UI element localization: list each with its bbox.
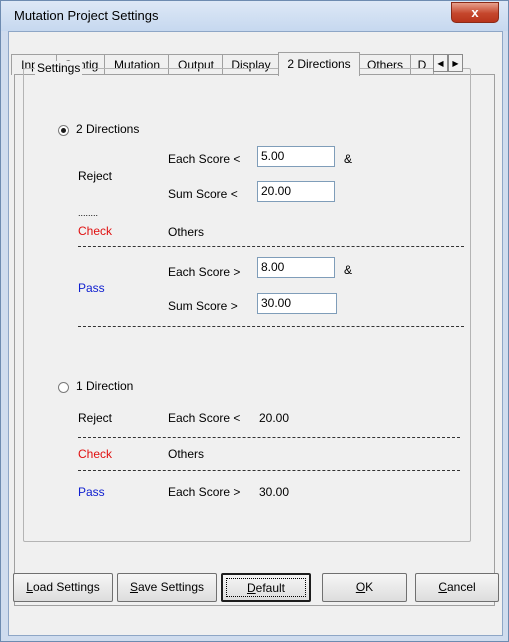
ampersand-1: & (344, 152, 353, 166)
radio-selected-dot (61, 128, 66, 133)
load-settings-label: oad Settings (32, 580, 100, 594)
one-dir-each-score-gt-label: Each Score > (168, 485, 241, 499)
each-score-lt-input[interactable]: 5.00 (257, 146, 335, 167)
close-button[interactable]: x (451, 2, 499, 23)
ok-mnemonic: O (355, 580, 366, 594)
each-score-lt-label: Each Score < (168, 152, 241, 166)
pass-label: Pass (78, 281, 105, 295)
radio-2-directions-label[interactable]: 2 Directions (76, 122, 139, 136)
sum-score-gt-label: Sum Score > (168, 299, 238, 313)
arrow-right-icon[interactable]: ▶ (448, 54, 463, 72)
one-dir-pass-label: Pass (78, 485, 105, 499)
settings-group-label: Settings (35, 61, 83, 75)
ok-button[interactable]: OK (322, 573, 407, 602)
one-dir-reject-label: Reject (78, 411, 113, 425)
divider (78, 246, 464, 247)
cancel-label: ancel (446, 580, 476, 594)
ok-label: K (365, 580, 374, 594)
default-button[interactable]: Default (221, 573, 311, 602)
ampersand-2: & (344, 263, 353, 277)
one-dir-each-score-lt-label: Each Score < (168, 411, 241, 425)
save-settings-mnemonic: S (129, 580, 138, 594)
title-bar[interactable]: Mutation Project Settings x (1, 1, 508, 31)
settings-dialog: Mutation Project Settings x Input Contig… (0, 0, 509, 642)
one-dir-check-label: Check (78, 447, 113, 461)
each-score-gt-input[interactable]: 8.00 (257, 257, 335, 278)
sum-score-gt-input[interactable]: 30.00 (257, 293, 337, 314)
one-dir-each-score-gt-value: 30.00 (259, 485, 290, 499)
window-title: Mutation Project Settings (14, 8, 159, 23)
short-dashes: ........ (78, 208, 99, 218)
focus-ring (226, 578, 306, 597)
load-settings-button[interactable]: Load Settings (13, 573, 113, 602)
radio-2-directions[interactable] (58, 125, 69, 136)
sum-score-lt-label: Sum Score < (168, 187, 238, 201)
tab-scroll-arrows: ◀ ▶ (433, 54, 464, 72)
others-label: Others (168, 225, 205, 239)
arrow-left-icon[interactable]: ◀ (433, 54, 448, 72)
divider (78, 470, 460, 471)
cancel-button[interactable]: Cancel (415, 573, 499, 602)
close-icon: x (471, 5, 479, 20)
one-dir-others-label: Others (168, 447, 205, 461)
radio-1-direction-label[interactable]: 1 Direction (76, 379, 133, 393)
radio-1-direction[interactable] (58, 382, 69, 393)
save-settings-label: ave Settings (137, 580, 205, 594)
cancel-mnemonic: C (438, 580, 447, 594)
divider (78, 437, 460, 438)
tab-2-directions-label: 2 Directions (287, 57, 351, 71)
check-label: Check (78, 224, 113, 238)
each-score-gt-label: Each Score > (168, 265, 241, 279)
reject-label: Reject (78, 169, 113, 183)
one-dir-each-score-lt-value: 20.00 (259, 411, 290, 425)
tab-2-directions[interactable]: 2 Directions (278, 52, 360, 76)
save-settings-button[interactable]: Save Settings (117, 573, 217, 602)
divider (78, 326, 464, 327)
sum-score-lt-input[interactable]: 20.00 (257, 181, 335, 202)
load-settings-mnemonic: L (26, 580, 33, 594)
